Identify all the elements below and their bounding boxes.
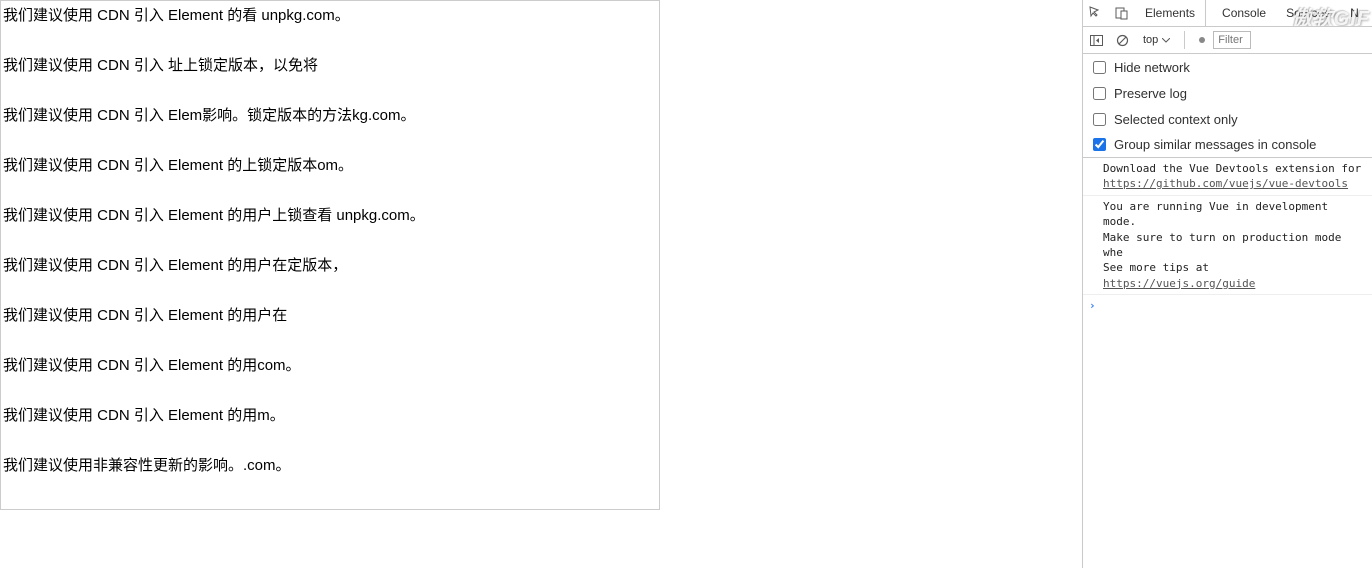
content-line: 我们建议使用非兼容性更新的影响。.com。: [3, 451, 657, 481]
device-toolbar-icon[interactable]: [1113, 4, 1131, 22]
preserve-log-checkbox-row[interactable]: Preserve log: [1083, 80, 1372, 106]
content-line: 我们建议使用 CDN 引入 Element 的用户上锁查看 unpkg.com。: [3, 201, 657, 231]
hide-network-checkbox-row[interactable]: Hide network: [1083, 54, 1372, 80]
live-expression-icon[interactable]: [1199, 37, 1205, 43]
content-scroll-area[interactable]: 我们建议使用 CDN 引入 Element 的看 unpkg.com。 我们建议…: [0, 0, 660, 510]
filter-input[interactable]: [1213, 31, 1251, 49]
content-line: 我们建议使用 CDN 引入 Element 的看 unpkg.com。: [3, 1, 657, 31]
content-inner: 我们建议使用 CDN 引入 Element 的看 unpkg.com。 我们建议…: [1, 1, 659, 481]
preserve-log-checkbox[interactable]: [1093, 87, 1106, 100]
console-link[interactable]: https://github.com/vuejs/vue-devtools: [1103, 177, 1348, 190]
tab-network[interactable]: N: [1344, 0, 1365, 26]
tab-sources[interactable]: Sources: [1280, 0, 1336, 26]
devtools-tabs-row: Elements Console Sources N 傲软GIF: [1083, 0, 1372, 27]
console-prompt[interactable]: ›: [1083, 295, 1372, 316]
tab-console[interactable]: Console: [1216, 0, 1272, 26]
console-toolbar-row: top: [1083, 27, 1372, 54]
chevron-down-icon: [1162, 38, 1170, 43]
content-line: 我们建议使用 CDN 引入 Elem影响。锁定版本的方法kg.com。: [3, 101, 657, 131]
clear-console-icon[interactable]: [1113, 31, 1131, 49]
content-line: 我们建议使用 CDN 引入 Element 的用户在定版本，: [3, 251, 657, 281]
preserve-log-label: Preserve log: [1114, 86, 1187, 101]
group-similar-label: Group similar messages in console: [1114, 137, 1316, 152]
content-line: 我们建议使用 CDN 引入 Element 的用com。: [3, 351, 657, 381]
context-label: top: [1143, 34, 1158, 46]
console-message: You are running Vue in development mode.…: [1083, 196, 1372, 295]
group-similar-checkbox-row[interactable]: Group similar messages in console: [1083, 132, 1372, 158]
spacer: [660, 0, 1082, 568]
console-output: Download the Vue Devtools extension for …: [1083, 158, 1372, 568]
content-line: 我们建议使用 CDN 引入 Element 的上锁定版本om。: [3, 151, 657, 181]
console-sidebar-toggle-icon[interactable]: [1087, 31, 1105, 49]
content-line: 我们建议使用 CDN 引入 址上锁定版本，以免将: [3, 51, 657, 81]
devtools-panel: Elements Console Sources N 傲软GIF top Hid…: [1082, 0, 1372, 568]
context-selector[interactable]: top: [1139, 31, 1185, 49]
hide-network-checkbox[interactable]: [1093, 61, 1106, 74]
console-message: Download the Vue Devtools extension for …: [1083, 158, 1372, 196]
tab-elements[interactable]: Elements: [1139, 0, 1206, 26]
selected-context-checkbox-row[interactable]: Selected context only: [1083, 106, 1372, 132]
hide-network-label: Hide network: [1114, 60, 1190, 75]
selected-context-label: Selected context only: [1114, 112, 1238, 127]
selected-context-checkbox[interactable]: [1093, 113, 1106, 126]
content-line: 我们建议使用 CDN 引入 Element 的用m。: [3, 401, 657, 431]
inspect-element-icon[interactable]: [1087, 4, 1105, 22]
console-link[interactable]: https://vuejs.org/guide: [1103, 277, 1255, 290]
group-similar-checkbox[interactable]: [1093, 138, 1106, 151]
content-line: 我们建议使用 CDN 引入 Element 的用户在: [3, 301, 657, 331]
